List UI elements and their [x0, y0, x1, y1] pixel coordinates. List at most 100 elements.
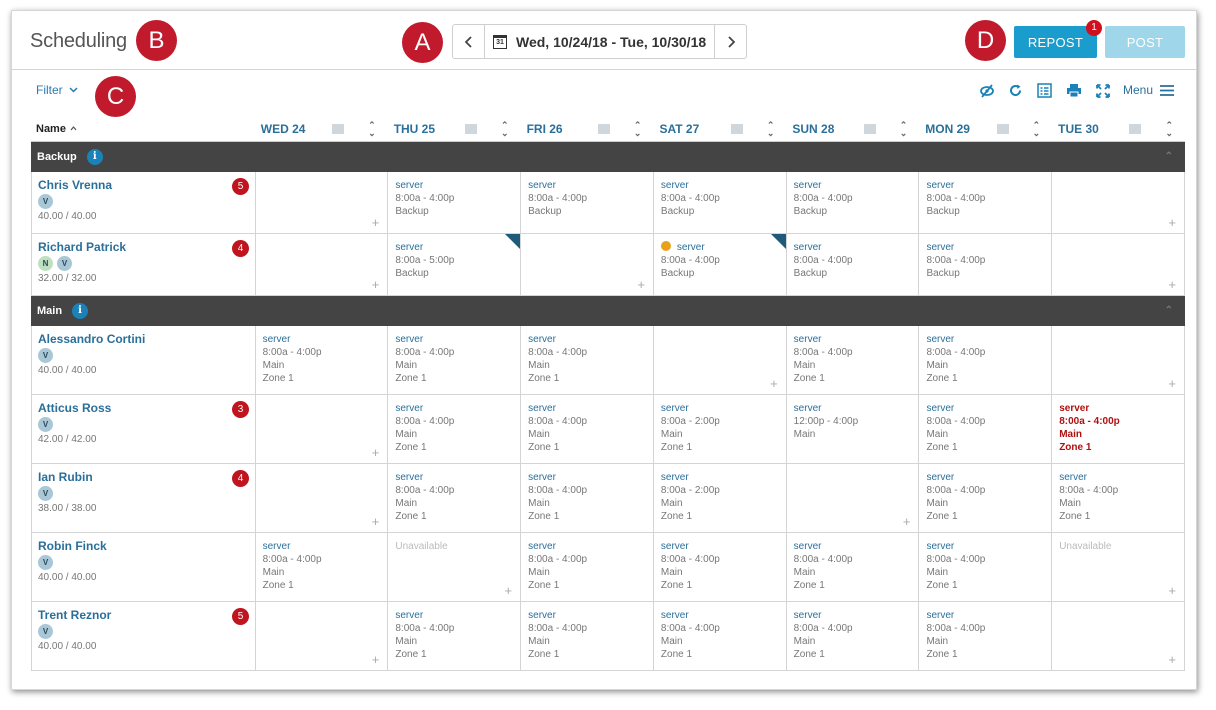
shift-cell[interactable]: +: [1052, 602, 1185, 670]
shift-cell[interactable]: server 8:00a - 4:00p Backup: [521, 172, 654, 233]
add-shift-icon[interactable]: +: [770, 377, 778, 390]
add-shift-icon[interactable]: +: [637, 278, 645, 291]
shift-cell[interactable]: +: [1052, 326, 1185, 394]
employee-name-link[interactable]: Ian Rubin: [38, 470, 255, 484]
sort-toggle-icon[interactable]: ⌃ ⌄: [767, 120, 775, 137]
add-shift-icon[interactable]: +: [372, 653, 380, 666]
hide-icon[interactable]: [978, 82, 995, 99]
section-header[interactable]: Main i ⌃: [31, 296, 1185, 326]
shift-cell[interactable]: Unavailable +: [1052, 533, 1185, 601]
shift-cell[interactable]: server 8:00a - 4:00p Main Zone 1: [521, 464, 654, 532]
shift-cell[interactable]: server 8:00a - 4:00p Backup: [388, 172, 522, 233]
shift-cell[interactable]: +: [256, 234, 389, 295]
shift-cell[interactable]: server 8:00a - 4:00p Backup: [654, 172, 787, 233]
shift-cell[interactable]: server 8:00a - 4:00p Main Zone 1: [787, 602, 920, 670]
employee-name-link[interactable]: Robin Finck: [38, 539, 255, 553]
shift-cell[interactable]: server 8:00a - 4:00p Main Zone 1: [521, 602, 654, 670]
shift-cell[interactable]: server 8:00a - 4:00p Main Zone 1: [919, 395, 1053, 463]
expand-icon[interactable]: [1094, 82, 1111, 99]
sort-toggle-icon[interactable]: ⌃ ⌄: [900, 120, 908, 137]
add-shift-icon[interactable]: +: [1168, 216, 1176, 229]
sort-toggle-icon[interactable]: ⌃ ⌄: [501, 120, 509, 137]
add-shift-icon[interactable]: +: [1168, 377, 1176, 390]
section-header[interactable]: Backup i ⌃: [31, 142, 1185, 172]
notes-icon[interactable]: [597, 123, 610, 134]
day-column-header[interactable]: WED 24 ⌃ ⌄: [255, 116, 388, 141]
shift-cell[interactable]: server 8:00a - 4:00p Main Zone 1: [388, 326, 522, 394]
add-shift-icon[interactable]: +: [903, 515, 911, 528]
add-shift-icon[interactable]: +: [372, 515, 380, 528]
shift-cell[interactable]: server 8:00a - 4:00p Main Zone 1: [919, 464, 1053, 532]
shift-cell[interactable]: server 8:00a - 4:00p Main Zone 1: [1052, 395, 1185, 463]
employee-name-link[interactable]: Trent Reznor: [38, 608, 255, 622]
shift-cell[interactable]: server 12:00p - 4:00p Main: [787, 395, 920, 463]
add-shift-icon[interactable]: +: [1168, 584, 1176, 597]
shift-cell[interactable]: +: [256, 602, 389, 670]
day-column-header[interactable]: THU 25 ⌃ ⌄: [388, 116, 521, 141]
collapse-icon[interactable]: ⌃: [1165, 305, 1173, 316]
info-icon[interactable]: i: [72, 303, 89, 319]
shift-cell[interactable]: server 8:00a - 4:00p Main Zone 1: [256, 533, 389, 601]
notes-icon[interactable]: [332, 123, 345, 134]
shift-cell[interactable]: server 8:00a - 4:00p Main Zone 1: [521, 533, 654, 601]
shift-cell[interactable]: +: [787, 464, 920, 532]
shift-cell[interactable]: server 8:00a - 4:00p Main Zone 1: [256, 326, 389, 394]
previous-week-button[interactable]: [453, 25, 485, 58]
shift-cell[interactable]: server 8:00a - 4:00p Backup: [787, 172, 920, 233]
shift-cell[interactable]: server 8:00a - 4:00p Main Zone 1: [1052, 464, 1185, 532]
shift-cell[interactable]: +: [1052, 234, 1185, 295]
shift-cell[interactable]: +: [256, 464, 389, 532]
shift-cell[interactable]: server 8:00a - 4:00p Backup: [919, 234, 1053, 295]
employee-name-link[interactable]: Atticus Ross: [38, 401, 255, 415]
repost-button[interactable]: REPOST: [1014, 26, 1097, 58]
shift-cell[interactable]: server 8:00a - 4:00p Main Zone 1: [787, 326, 920, 394]
add-shift-icon[interactable]: +: [372, 446, 380, 459]
shift-cell[interactable]: server 8:00a - 4:00p Main Zone 1: [388, 395, 522, 463]
add-shift-icon[interactable]: +: [372, 278, 380, 291]
shift-cell[interactable]: server 8:00a - 4:00p Main Zone 1: [919, 602, 1053, 670]
employee-name-link[interactable]: Richard Patrick: [38, 240, 255, 254]
shift-cell[interactable]: +: [654, 326, 787, 394]
shift-cell[interactable]: server 8:00a - 5:00p Backup: [388, 234, 522, 295]
add-shift-icon[interactable]: +: [505, 584, 513, 597]
employee-name-link[interactable]: Chris Vrenna: [38, 178, 255, 192]
refresh-icon[interactable]: [1007, 82, 1024, 99]
filter-dropdown[interactable]: Filter: [36, 83, 78, 97]
shift-cell[interactable]: server 8:00a - 4:00p Main Zone 1: [388, 464, 522, 532]
sort-toggle-icon[interactable]: ⌃ ⌄: [368, 120, 376, 137]
shift-cell[interactable]: server 8:00a - 4:00p Main Zone 1: [654, 602, 787, 670]
shift-cell[interactable]: Unavailable +: [388, 533, 522, 601]
add-shift-icon[interactable]: +: [372, 216, 380, 229]
notes-icon[interactable]: [996, 123, 1009, 134]
shift-cell[interactable]: server 8:00a - 4:00p Main Zone 1: [521, 326, 654, 394]
add-shift-icon[interactable]: +: [1168, 653, 1176, 666]
date-range-picker[interactable]: 31 Wed, 10/24/18 - Tue, 10/30/18: [485, 25, 714, 58]
post-button[interactable]: POST: [1105, 26, 1185, 58]
day-column-header[interactable]: MON 29 ⌃ ⌄: [919, 116, 1052, 141]
day-column-header[interactable]: SUN 28 ⌃ ⌄: [786, 116, 919, 141]
name-column-header[interactable]: Name: [31, 116, 255, 141]
shift-cell[interactable]: +: [1052, 172, 1185, 233]
info-icon[interactable]: i: [86, 149, 103, 165]
shift-cell[interactable]: server 8:00a - 2:00p Main Zone 1: [654, 395, 787, 463]
shift-cell[interactable]: server 8:00a - 4:00p Main Zone 1: [919, 326, 1053, 394]
shift-cell[interactable]: server 8:00a - 4:00p Main Zone 1: [521, 395, 654, 463]
shift-cell[interactable]: server 8:00a - 4:00p Main Zone 1: [388, 602, 522, 670]
shift-cell[interactable]: server 8:00a - 4:00p Main Zone 1: [787, 533, 920, 601]
day-column-header[interactable]: FRI 26 ⌃ ⌄: [521, 116, 654, 141]
notes-icon[interactable]: [863, 123, 876, 134]
sort-toggle-icon[interactable]: ⌃ ⌄: [634, 120, 642, 137]
collapse-icon[interactable]: ⌃: [1165, 151, 1173, 162]
day-column-header[interactable]: TUE 30 ⌃ ⌄: [1052, 116, 1185, 141]
print-icon[interactable]: [1065, 82, 1082, 99]
shift-cell[interactable]: server 8:00a - 4:00p Backup: [787, 234, 920, 295]
shift-cell[interactable]: server 8:00a - 4:00p Backup: [919, 172, 1053, 233]
day-column-header[interactable]: SAT 27 ⌃ ⌄: [653, 116, 786, 141]
shift-cell[interactable]: server 8:00a - 4:00p Main Zone 1: [919, 533, 1053, 601]
employee-name-link[interactable]: Alessandro Cortini: [38, 332, 255, 346]
main-menu-button[interactable]: Menu: [1123, 83, 1175, 97]
shift-cell[interactable]: server 8:00a - 4:00p Main Zone 1: [654, 533, 787, 601]
notes-icon[interactable]: [730, 123, 743, 134]
shift-cell[interactable]: +: [521, 234, 654, 295]
notes-icon[interactable]: [1129, 123, 1142, 134]
